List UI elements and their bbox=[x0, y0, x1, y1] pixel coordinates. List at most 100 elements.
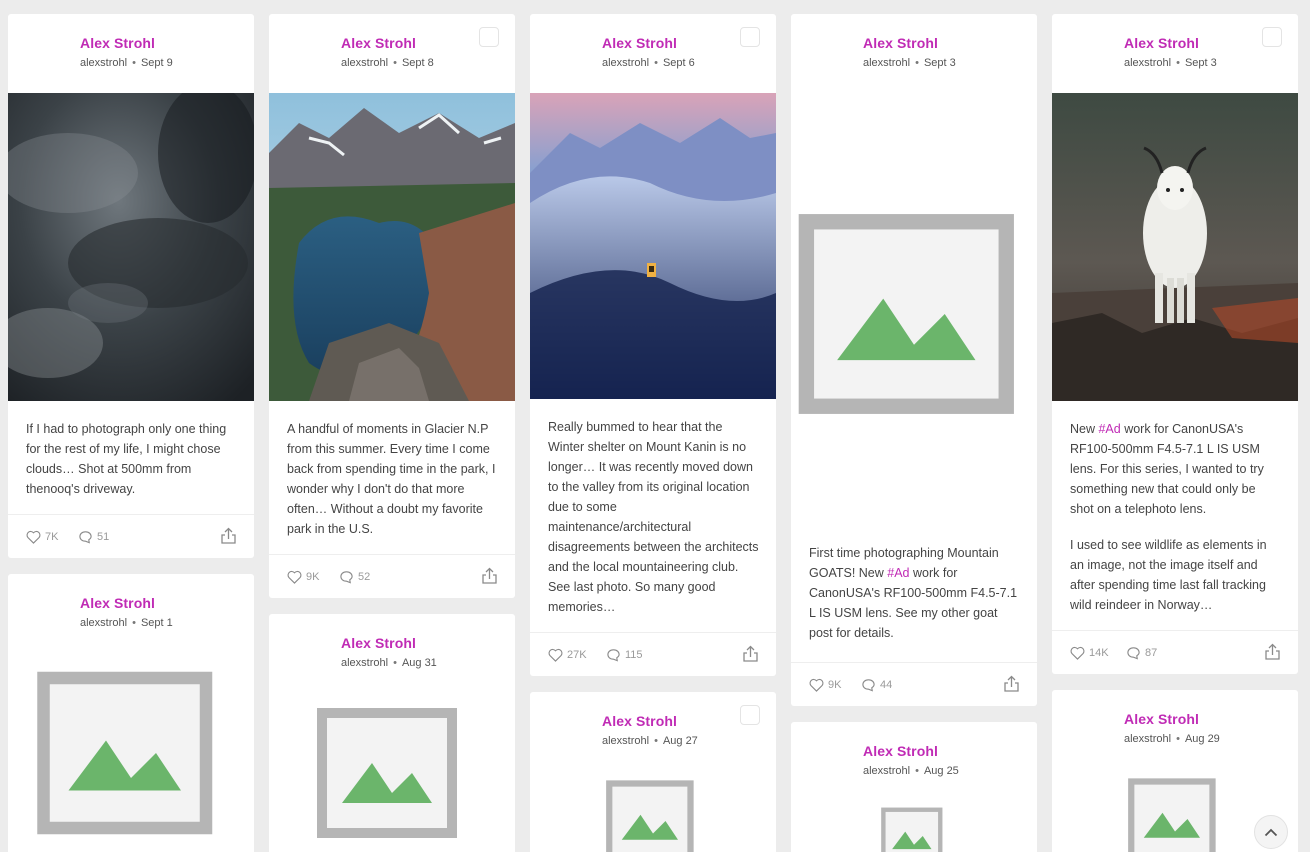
post-image[interactable] bbox=[8, 653, 254, 852]
post-image[interactable] bbox=[269, 693, 515, 852]
like-count: 7K bbox=[45, 531, 59, 543]
post-footer: 9K 44 bbox=[791, 662, 1037, 706]
post-image[interactable] bbox=[1052, 93, 1298, 401]
comment-count: 52 bbox=[358, 571, 371, 583]
scroll-to-top-button[interactable] bbox=[1254, 815, 1288, 849]
post-image[interactable] bbox=[791, 801, 1037, 852]
post-header: Alex Strohl alexstrohl • Aug 27 bbox=[530, 692, 776, 771]
author-name[interactable]: Alex Strohl bbox=[341, 635, 416, 651]
post-meta: alexstrohl • Sept 6 bbox=[602, 57, 695, 69]
chevron-up-icon bbox=[1264, 828, 1278, 836]
share-icon[interactable] bbox=[742, 645, 759, 663]
select-checkbox[interactable] bbox=[740, 705, 760, 725]
post-date: Aug 29 bbox=[1184, 733, 1220, 745]
author-handle[interactable]: alexstrohl bbox=[863, 765, 910, 777]
comment-bubble-icon bbox=[862, 679, 875, 692]
like-count: 27K bbox=[567, 649, 587, 661]
heart-icon bbox=[1070, 646, 1085, 660]
post-header: Alex Strohl alexstrohl • Sept 9 bbox=[8, 14, 254, 93]
comment-button[interactable]: 51 bbox=[78, 530, 109, 544]
share-icon[interactable] bbox=[1003, 675, 1020, 693]
post-date: Aug 25 bbox=[923, 765, 959, 777]
post-meta: alexstrohl • Sept 9 bbox=[80, 57, 173, 69]
author-handle[interactable]: alexstrohl bbox=[602, 57, 649, 69]
post-meta: alexstrohl • Sept 3 bbox=[1124, 57, 1217, 69]
like-button[interactable]: 9K bbox=[287, 570, 319, 584]
post-meta: alexstrohl • Sept 8 bbox=[341, 57, 434, 69]
post-header: Alex Strohl alexstrohl • Sept 3 bbox=[1052, 14, 1298, 93]
post-meta: alexstrohl • Aug 25 bbox=[863, 765, 959, 777]
select-checkbox[interactable] bbox=[740, 27, 760, 47]
like-count: 9K bbox=[306, 571, 320, 583]
hashtag-link[interactable]: #Ad bbox=[1098, 422, 1120, 436]
select-checkbox[interactable] bbox=[1262, 27, 1282, 47]
post-card[interactable]: Alex Strohl alexstrohl • Aug 25 bbox=[791, 722, 1037, 852]
comment-button[interactable]: 115 bbox=[606, 648, 643, 662]
post-header: Alex Strohl alexstrohl • Sept 3 bbox=[791, 14, 1037, 93]
author-handle[interactable]: alexstrohl bbox=[1124, 733, 1171, 745]
select-checkbox[interactable] bbox=[479, 27, 499, 47]
post-image[interactable] bbox=[530, 771, 776, 852]
author-handle[interactable]: alexstrohl bbox=[341, 57, 388, 69]
post-card[interactable]: Alex Strohl alexstrohl • Sept 6 Really bum… bbox=[530, 14, 776, 676]
author-name[interactable]: Alex Strohl bbox=[863, 743, 938, 759]
comment-bubble-icon bbox=[607, 649, 620, 662]
author-name[interactable]: Alex Strohl bbox=[80, 35, 155, 51]
share-icon[interactable] bbox=[220, 527, 237, 545]
post-date: Aug 27 bbox=[662, 735, 698, 747]
post-date: Sept 3 bbox=[1184, 57, 1217, 69]
comment-bubble-icon bbox=[1127, 647, 1140, 660]
broken-image-icon bbox=[606, 780, 694, 852]
author-name[interactable]: Alex Strohl bbox=[602, 35, 677, 51]
author-handle[interactable]: alexstrohl bbox=[80, 57, 127, 69]
post-image[interactable] bbox=[269, 93, 515, 401]
author-handle[interactable]: alexstrohl bbox=[1124, 57, 1171, 69]
post-caption: A handful of moments in Glacier N.P from… bbox=[287, 422, 496, 536]
post-meta: alexstrohl • Sept 1 bbox=[80, 617, 173, 629]
author-name[interactable]: Alex Strohl bbox=[1124, 35, 1199, 51]
post-date: Sept 9 bbox=[140, 57, 173, 69]
post-caption: If I had to photograph only one thing fo… bbox=[26, 422, 227, 496]
post-header: Alex Strohl alexstrohl • Sept 8 bbox=[269, 14, 515, 93]
post-caption: New #Ad work for CanonUSA's RF100-500mm … bbox=[1070, 422, 1267, 612]
author-handle[interactable]: alexstrohl bbox=[80, 617, 127, 629]
post-image[interactable] bbox=[8, 93, 254, 401]
comment-button[interactable]: 87 bbox=[1126, 646, 1157, 660]
like-button[interactable]: 7K bbox=[26, 530, 58, 544]
like-button[interactable]: 14K bbox=[1070, 646, 1109, 660]
author-handle[interactable]: alexstrohl bbox=[602, 735, 649, 747]
author-handle[interactable]: alexstrohl bbox=[863, 57, 910, 69]
comment-count: 51 bbox=[97, 531, 110, 543]
like-button[interactable]: 9K bbox=[809, 678, 841, 692]
author-name[interactable]: Alex Strohl bbox=[1124, 711, 1199, 727]
post-card[interactable]: Alex Strohl alexstrohl • Sept 3 New #Ad wo… bbox=[1052, 14, 1298, 674]
post-image[interactable] bbox=[530, 93, 776, 399]
post-card[interactable]: Alex Strohl alexstrohl • Aug 27 bbox=[530, 692, 776, 852]
post-card[interactable]: Alex Strohl alexstrohl • Aug 31 bbox=[269, 614, 515, 852]
author-name[interactable]: Alex Strohl bbox=[602, 713, 677, 729]
author-name[interactable]: Alex Strohl bbox=[80, 595, 155, 611]
post-caption: First time photographing Mountain GOATS!… bbox=[809, 546, 1018, 640]
post-meta: alexstrohl • Sept 3 bbox=[863, 57, 956, 69]
comment-button[interactable]: 52 bbox=[339, 570, 370, 584]
post-card[interactable]: Alex Strohl alexstrohl • Sept 8 A handful … bbox=[269, 14, 515, 598]
hashtag-link[interactable]: #Ad bbox=[887, 566, 909, 580]
comment-count: 87 bbox=[1145, 647, 1158, 659]
post-date: Sept 3 bbox=[923, 57, 956, 69]
heart-icon bbox=[287, 570, 302, 584]
post-image[interactable] bbox=[791, 93, 1037, 535]
author-name[interactable]: Alex Strohl bbox=[341, 35, 416, 51]
share-icon[interactable] bbox=[481, 567, 498, 585]
share-icon[interactable] bbox=[1264, 643, 1281, 661]
heart-icon bbox=[26, 530, 41, 544]
post-card[interactable]: Alex Strohl alexstrohl • Sept 9 If I had t… bbox=[8, 14, 254, 558]
comment-bubble-icon bbox=[340, 571, 353, 584]
author-name[interactable]: Alex Strohl bbox=[863, 35, 938, 51]
post-card[interactable]: Alex Strohl alexstrohl • Sept 1 bbox=[8, 574, 254, 852]
comment-button[interactable]: 44 bbox=[861, 678, 892, 692]
comment-bubble-icon bbox=[79, 531, 92, 544]
like-button[interactable]: 27K bbox=[548, 648, 587, 662]
post-card[interactable]: Alex Strohl alexstrohl • Sept 3 First time… bbox=[791, 14, 1037, 706]
author-handle[interactable]: alexstrohl bbox=[341, 657, 388, 669]
post-caption: Really bummed to hear that the Winter sh… bbox=[548, 420, 759, 614]
